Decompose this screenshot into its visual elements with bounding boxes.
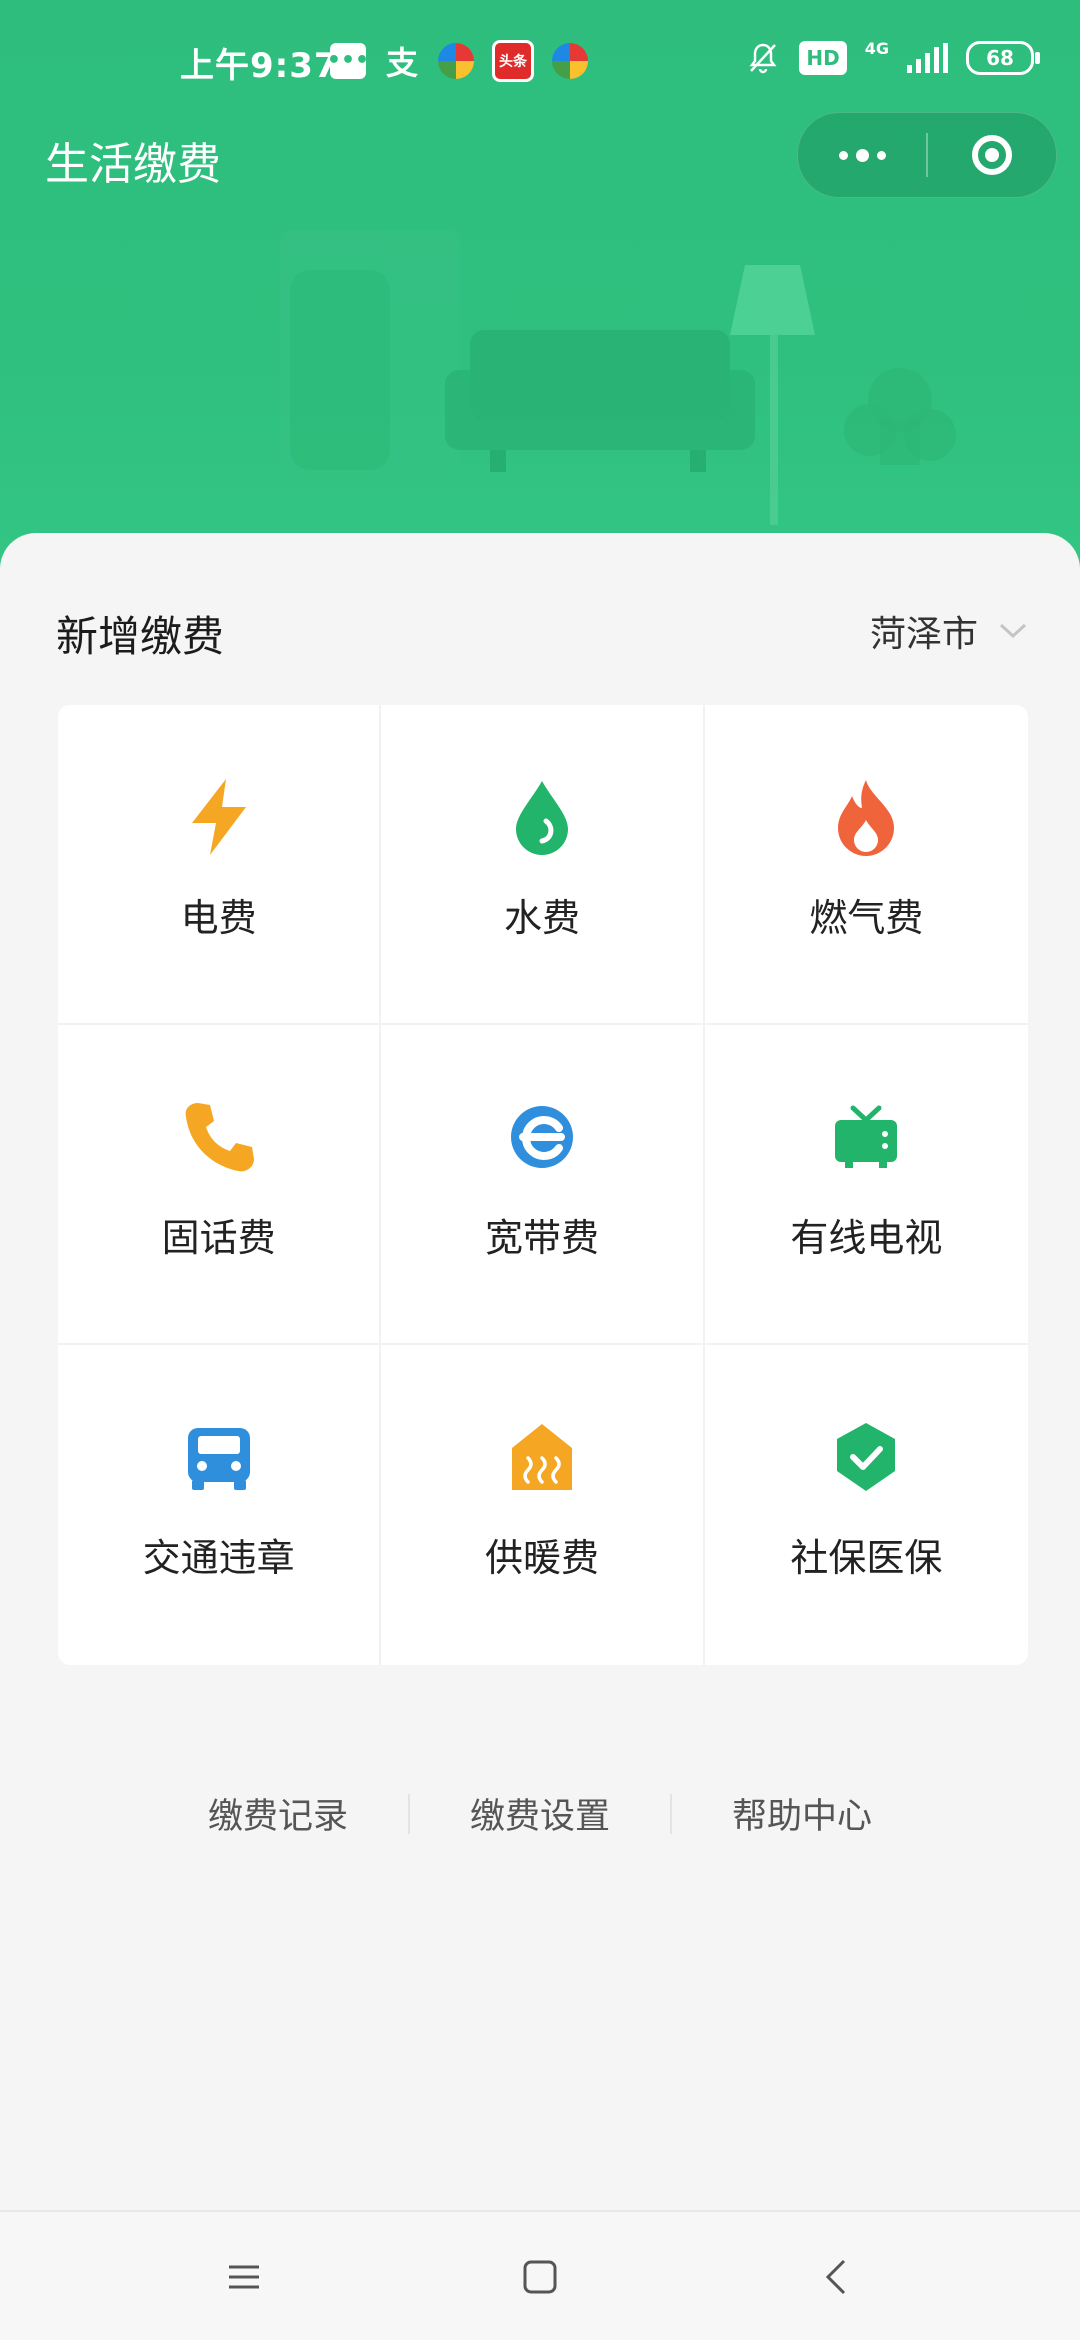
service-label: 社保医保	[790, 1536, 943, 1580]
status-indicators: HD 4G 68	[745, 38, 1040, 76]
shield-check-icon	[826, 1417, 906, 1497]
service-tile-broadband[interactable]: 宽带费	[381, 1025, 705, 1345]
service-label: 燃气费	[809, 896, 924, 940]
browser-e-icon	[502, 1097, 582, 1177]
water-drop-icon	[502, 777, 582, 857]
system-nav-bar	[0, 2210, 1080, 2340]
hd-badge: HD	[799, 41, 847, 75]
message-icon: •••	[327, 43, 369, 79]
living-room-illustration	[280, 230, 956, 525]
bell-muted-icon	[749, 43, 777, 74]
pinwheel-icon	[552, 43, 588, 79]
service-tile-electricity[interactable]: 电费	[58, 705, 382, 1025]
payment-settings-link[interactable]: 缴费设置	[410, 1788, 670, 1839]
service-label: 交通违章	[142, 1536, 295, 1580]
tv-icon	[826, 1097, 906, 1177]
section-title: 新增缴费	[56, 612, 225, 661]
service-tile-landline[interactable]: 固话费	[58, 1025, 382, 1345]
status-time: 上午9:37	[180, 46, 339, 86]
signal-icon	[907, 43, 948, 73]
service-tile-heating[interactable]: 供暖费	[381, 1345, 705, 1665]
service-label: 水费	[503, 896, 580, 940]
menu-button[interactable]	[214, 2247, 274, 2307]
back-chevron-icon	[825, 2259, 846, 2295]
toutiao-icon: 头条	[492, 40, 534, 82]
page-title: 生活缴费	[45, 139, 221, 190]
service-label: 固话费	[161, 1216, 276, 1260]
home-button[interactable]	[510, 2247, 570, 2307]
more-dots-icon	[838, 148, 886, 162]
phone-icon	[179, 1097, 259, 1177]
help-center-link[interactable]: 帮助中心	[672, 1788, 932, 1839]
payment-records-link[interactable]: 缴费记录	[148, 1788, 408, 1839]
service-label: 有线电视	[790, 1216, 943, 1260]
battery-indicator: 68	[966, 41, 1040, 75]
service-tile-cable-tv[interactable]: 有线电视	[704, 1025, 1028, 1345]
screen: 上午9:37 ••• 支 头条 HD 4G 68 生活缴费 新增缴费 菏泽市 电…	[0, 0, 1080, 2340]
city-name: 菏泽市	[869, 614, 978, 655]
home-square-icon	[523, 2260, 557, 2294]
service-label: 电费	[180, 896, 257, 940]
service-tile-water[interactable]: 水费	[381, 705, 705, 1025]
footer-links: 缴费记录 缴费设置 帮助中心	[0, 1788, 1080, 1839]
more-button[interactable]	[798, 113, 926, 197]
service-tile-traffic[interactable]: 交通违章	[58, 1345, 382, 1665]
chevron-down-icon	[999, 623, 1027, 639]
mini-program-capsule	[797, 112, 1057, 198]
heating-house-icon	[502, 1417, 582, 1497]
pinwheel-icon	[438, 43, 474, 79]
service-label: 供暖费	[484, 1536, 599, 1580]
close-button[interactable]	[928, 113, 1056, 197]
back-button[interactable]	[806, 2247, 866, 2307]
menu-icon	[229, 2265, 259, 2289]
service-tile-gas[interactable]: 燃气费	[704, 705, 1028, 1025]
city-selector[interactable]: 菏泽市	[870, 605, 1028, 657]
alipay-icon: 支	[385, 44, 418, 82]
target-close-icon	[972, 135, 1012, 175]
service-grid: 电费 水费 燃气费 固话费 宽带费 有线电视 交通违章 供暖费 社保医保	[58, 705, 1028, 1665]
header-banner: 上午9:37 ••• 支 头条 HD 4G 68 生活缴费	[0, 0, 1080, 600]
flame-icon	[826, 777, 906, 857]
status-app-icons: ••• 支 头条	[327, 40, 588, 82]
lightning-icon	[179, 777, 259, 857]
car-icon	[179, 1417, 259, 1497]
status-bar: 上午9:37 ••• 支 头条 HD 4G 68	[0, 28, 1080, 98]
service-tile-social-insurance[interactable]: 社保医保	[705, 1345, 1028, 1665]
network-type: 4G	[864, 38, 889, 58]
main-card: 新增缴费 菏泽市 电费 水费 燃气费 固话费 宽带费 有线电视 交通违章 供暖费…	[0, 533, 1080, 2213]
service-label: 宽带费	[484, 1216, 599, 1260]
